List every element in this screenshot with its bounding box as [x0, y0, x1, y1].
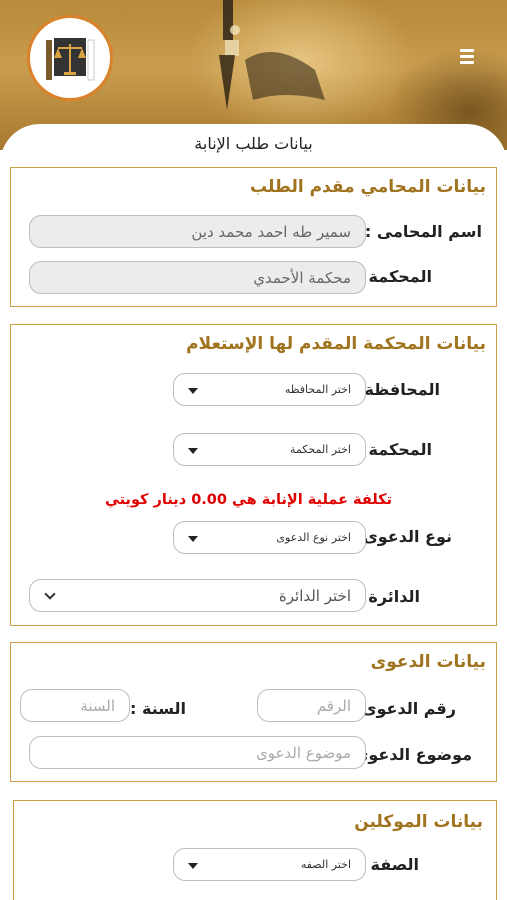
- chevron-down-icon: [44, 587, 56, 600]
- lawyer-section-title: بيانات المحامي مقدم الطلب: [249, 177, 486, 197]
- dropdown-caret-icon: [188, 862, 198, 869]
- hamburger-menu-icon[interactable]: [456, 45, 478, 67]
- dropdown-caret-icon: [188, 387, 198, 394]
- case-type-selected-value: اختر نوع الدعوى: [276, 531, 351, 544]
- court-selected-value: اختر المحكمة: [290, 443, 351, 456]
- case-number-input[interactable]: الرقم: [257, 689, 366, 722]
- lawyer-name-label: اسم المحامى :: [364, 222, 482, 241]
- case-type-label: نوع الدعوى :: [351, 527, 452, 546]
- court-section: بيانات المحكمة المقدم لها الإستعلام المح…: [10, 324, 497, 626]
- page-title: بيانات طلب الإنابة: [194, 134, 313, 153]
- client-role-select[interactable]: اختر الصفه: [173, 848, 366, 881]
- client-role-selected-value: اختر الصفه: [300, 858, 351, 871]
- cost-notice: تكلفة عملية الإنابة هي 0.00 دينار كويتي: [104, 492, 393, 508]
- case-subject-input[interactable]: موضوع الدعوى: [29, 736, 366, 769]
- lawyer-court-field[interactable]: محكمة الأحمدي: [29, 261, 366, 294]
- governorate-selected-value: اختر المحافظه: [284, 383, 351, 396]
- dropdown-caret-icon: [188, 535, 198, 542]
- clients-section: بيانات الموكلين الصفة : اختر الصفه: [13, 800, 497, 900]
- client-role-label: الصفة :: [358, 855, 419, 874]
- dropdown-caret-icon: [188, 447, 198, 454]
- circuit-select[interactable]: اختر الدائرة: [29, 579, 366, 612]
- lawyer-name-field[interactable]: سمير طه احمد محمد دين: [29, 215, 366, 248]
- lawyer-section: بيانات المحامي مقدم الطلب اسم المحامى : …: [10, 167, 497, 307]
- justice-scale-background-image: [219, 0, 325, 110]
- case-year-label: السنة :: [130, 699, 186, 718]
- case-year-input[interactable]: السنة: [20, 689, 130, 722]
- court-section-title: بيانات المحكمة المقدم لها الإستعلام: [186, 334, 486, 354]
- case-subject-label: موضوع الدعوى:: [347, 745, 472, 764]
- circuit-selected-value: اختر الدائرة: [278, 586, 351, 605]
- governorate-select[interactable]: اختر المحافظه: [173, 373, 366, 406]
- clients-section-title: بيانات الموكلين: [354, 812, 483, 832]
- case-section: بيانات الدعوى رقم الدعوى : الرقم السنة :…: [10, 642, 497, 782]
- lawyer-court-label: المحكمة :: [356, 267, 432, 286]
- court-label: المحكمة :: [356, 440, 432, 459]
- case-section-title: بيانات الدعوى: [370, 652, 486, 672]
- case-type-select[interactable]: اختر نوع الدعوى: [173, 521, 366, 554]
- organization-logo: [27, 15, 113, 101]
- court-select[interactable]: اختر المحكمة: [173, 433, 366, 466]
